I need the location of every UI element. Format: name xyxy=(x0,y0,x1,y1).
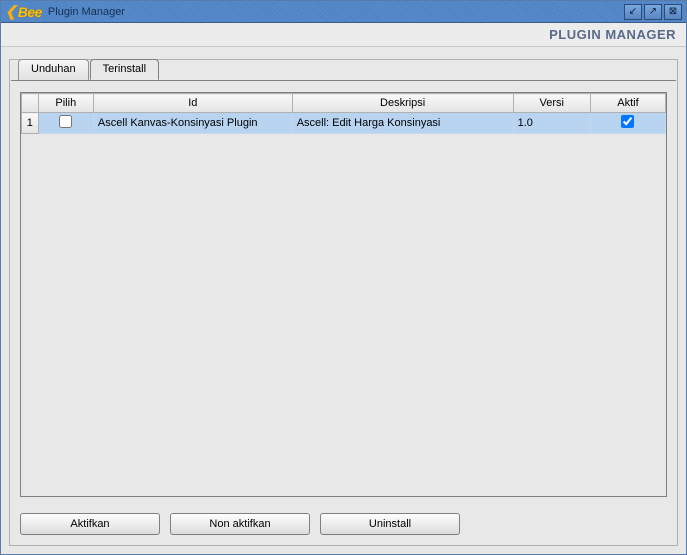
content-area: Unduhan Terinstall Pilih Id Deskripsi Ve… xyxy=(1,47,686,554)
minimize-icon: ↙ xyxy=(629,6,637,17)
maximize-button[interactable]: ↗ xyxy=(644,4,662,20)
close-icon: ⊠ xyxy=(669,6,677,17)
table-empty-area xyxy=(21,134,666,496)
aktifkan-button[interactable]: Aktifkan xyxy=(20,513,160,535)
tab-bar: Unduhan Terinstall xyxy=(18,59,160,80)
col-header-versi[interactable]: Versi xyxy=(513,94,590,113)
minimize-button[interactable]: ↙ xyxy=(624,4,642,20)
uninstall-button[interactable]: Uninstall xyxy=(320,513,460,535)
cell-id: Ascell Kanvas-Konsinyasi Plugin xyxy=(93,113,292,134)
action-buttons: Aktifkan Non aktifkan Uninstall xyxy=(20,513,460,535)
tab-unduhan[interactable]: Unduhan xyxy=(18,59,89,80)
col-header-rownum xyxy=(22,94,39,113)
logo-text: Bee xyxy=(18,4,42,20)
close-button[interactable]: ⊠ xyxy=(664,4,682,20)
col-header-aktif[interactable]: Aktif xyxy=(590,94,665,113)
page-header: PLUGIN MANAGER xyxy=(1,23,686,47)
app-logo: ❮ Bee xyxy=(5,3,42,20)
cell-aktif[interactable] xyxy=(590,113,665,134)
plugin-table: Pilih Id Deskripsi Versi Aktif 1 xyxy=(21,93,666,134)
cell-deskripsi: Ascell: Edit Harga Konsinyasi xyxy=(292,113,513,134)
plugin-table-wrapper: Pilih Id Deskripsi Versi Aktif 1 xyxy=(20,92,667,497)
maximize-icon: ↗ xyxy=(649,6,657,17)
tab-terinstall[interactable]: Terinstall xyxy=(90,59,159,80)
aktif-checkbox[interactable] xyxy=(621,115,634,128)
row-number: 1 xyxy=(22,113,39,134)
logo-chevron-icon: ❮ xyxy=(5,3,17,20)
cell-versi: 1.0 xyxy=(513,113,590,134)
plugin-manager-window: ❮ Bee Plugin Manager ↙ ↗ ⊠ PLUGIN MANAGE… xyxy=(0,0,687,555)
pilih-checkbox[interactable] xyxy=(59,115,72,128)
non-aktifkan-button[interactable]: Non aktifkan xyxy=(170,513,310,535)
table-header-row: Pilih Id Deskripsi Versi Aktif xyxy=(22,94,666,113)
col-header-pilih[interactable]: Pilih xyxy=(38,94,93,113)
tab-panel: Unduhan Terinstall Pilih Id Deskripsi Ve… xyxy=(9,59,678,546)
col-header-id[interactable]: Id xyxy=(93,94,292,113)
table-row[interactable]: 1 Ascell Kanvas-Konsinyasi Plugin Ascell… xyxy=(22,113,666,134)
col-header-deskripsi[interactable]: Deskripsi xyxy=(292,94,513,113)
window-title: Plugin Manager xyxy=(48,6,125,18)
page-title: PLUGIN MANAGER xyxy=(549,27,676,42)
titlebar: ❮ Bee Plugin Manager ↙ ↗ ⊠ xyxy=(1,1,686,23)
cell-pilih[interactable] xyxy=(38,113,93,134)
